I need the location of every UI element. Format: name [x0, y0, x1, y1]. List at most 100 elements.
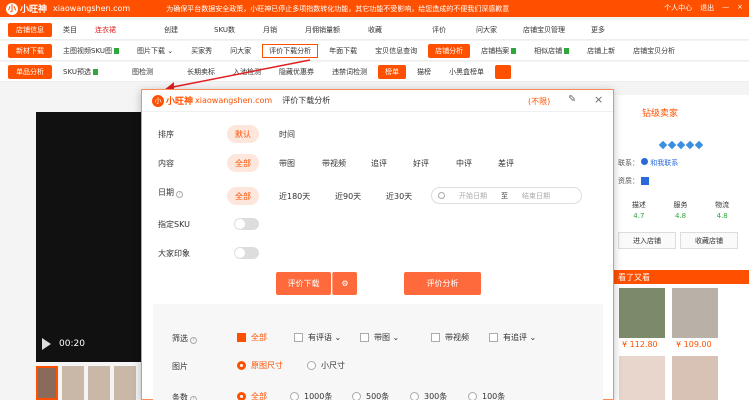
count-all-radio[interactable]: 全部: [237, 391, 267, 400]
tool-shop-archive[interactable]: 店铺档案: [474, 44, 523, 58]
notice-text: 为确保平台数据安全政策，小旺神已停止多项指数转化功能，其它功能不受影响，给您造成…: [166, 4, 510, 13]
date-option-90[interactable]: 近90天: [327, 187, 369, 205]
count-label: 条数?: [172, 392, 197, 400]
image-original-radio[interactable]: 原图尺寸: [237, 360, 283, 371]
filter-image-checkbox[interactable]: 带图 ⌄: [360, 332, 399, 343]
count-300-radio[interactable]: 300条: [410, 391, 447, 400]
thumbnail[interactable]: [62, 366, 84, 400]
content-option-all[interactable]: 全部: [227, 154, 259, 172]
sort-label: 排序: [158, 130, 174, 139]
checkbox-icon: [431, 333, 440, 342]
tool-main-video-sku[interactable]: 主图视频SKU图: [56, 44, 126, 58]
filter-all-checkbox[interactable]: 全部: [237, 332, 267, 343]
content-option-image[interactable]: 带图: [271, 154, 303, 172]
product-price: ¥ 109.00: [676, 340, 712, 349]
logout-link[interactable]: 退出: [700, 3, 714, 13]
tool-shop-new[interactable]: 店铺上新: [580, 44, 622, 58]
tool-shop-analysis[interactable]: 店铺分析: [428, 43, 471, 58]
tool-cat-ranking[interactable]: 猫榜: [410, 65, 438, 79]
tool-more[interactable]: 更多: [584, 23, 612, 37]
score-service: 服务 4.8: [660, 200, 702, 222]
date-range-picker[interactable]: 开始日期 至 结束日期: [431, 187, 582, 204]
tool-shop-item-manage[interactable]: 店铺宝贝管理: [516, 23, 572, 37]
tool-ranking[interactable]: 榜单: [377, 64, 406, 79]
favorite-shop-button[interactable]: 收藏店铺: [680, 232, 738, 249]
tool-buyer-show[interactable]: 买家秀: [184, 44, 219, 58]
filter-followup-checkbox[interactable]: 有追评 ⌄: [489, 332, 536, 343]
chat-icon[interactable]: [641, 158, 649, 165]
date-option-180[interactable]: 近180天: [271, 187, 318, 205]
chevron-down-icon: ⌄: [332, 333, 342, 342]
user-center-link[interactable]: 个人中心: [664, 3, 692, 13]
help-icon: ?: [190, 396, 197, 400]
content-option-positive[interactable]: 好评: [405, 154, 437, 172]
minimize-button[interactable]: —: [722, 3, 729, 13]
date-option-all[interactable]: 全部: [227, 187, 259, 205]
filter-comment-checkbox[interactable]: 有评语 ⌄: [294, 332, 341, 343]
tool-similar-shops[interactable]: 相似店铺: [527, 44, 576, 58]
tool-blackbox-ranking[interactable]: 小黑盒榜单: [442, 65, 491, 79]
product-thumbnail[interactable]: [619, 356, 665, 400]
tool-item-info-query[interactable]: 宝贝信息查询: [368, 44, 424, 58]
count-100-radio[interactable]: 100条: [468, 391, 505, 400]
row-label-item-analysis: 单品分析: [8, 64, 52, 79]
thumbnail[interactable]: [88, 366, 110, 400]
thumbnail[interactable]: [114, 366, 136, 400]
count-500-radio[interactable]: 500条: [352, 391, 389, 400]
tool-ask-everyone[interactable]: 问大家: [223, 44, 258, 58]
content-option-negative[interactable]: 差评: [490, 154, 522, 172]
radio-icon: [237, 392, 246, 400]
filter-video-checkbox[interactable]: 带视频: [431, 332, 469, 343]
product-thumbnail[interactable]: [619, 288, 665, 338]
close-icon[interactable]: ×: [594, 93, 603, 106]
checkbox-label: 全部: [251, 333, 267, 342]
sku-label: 指定SKU: [158, 220, 190, 229]
enter-shop-button[interactable]: 进入店铺: [618, 232, 676, 249]
extra-tool-icon[interactable]: [494, 64, 511, 79]
video-player[interactable]: [36, 112, 142, 362]
download-options-panel: [153, 304, 603, 400]
sort-option-time[interactable]: 时间: [271, 125, 303, 143]
radio-icon: [468, 392, 477, 400]
filter-label: 筛选?: [172, 333, 197, 344]
radio-icon: [290, 392, 299, 400]
contact-button[interactable]: 和我联系: [650, 159, 678, 167]
product-thumbnail[interactable]: [672, 356, 718, 400]
diamond-icon: [676, 140, 686, 150]
product-price: ¥ 112.80: [622, 340, 658, 349]
tool-image-download[interactable]: 图片下载 ⌄: [130, 44, 180, 58]
sort-option-default[interactable]: 默认: [227, 125, 259, 143]
checkbox-icon: [294, 333, 303, 342]
help-icon: ?: [176, 191, 183, 198]
count-1000-radio[interactable]: 1000条: [290, 391, 332, 400]
product-thumbnail[interactable]: [672, 288, 718, 338]
tool-category-value[interactable]: 连衣裙: [88, 23, 123, 37]
content-option-followup[interactable]: 追评: [363, 154, 395, 172]
tool-image-check[interactable]: 图检测: [125, 65, 160, 79]
chevron-down-icon: ⌄: [164, 46, 174, 55]
sku-toggle[interactable]: [234, 218, 259, 230]
tool-shop-item-analysis[interactable]: 店铺宝贝分析: [626, 44, 682, 58]
content-option-neutral[interactable]: 中评: [448, 154, 480, 172]
end-date-input[interactable]: 结束日期: [522, 191, 550, 201]
image-label: 图片: [172, 362, 188, 371]
image-small-radio[interactable]: 小尺寸: [307, 360, 345, 371]
impression-toggle[interactable]: [234, 247, 259, 259]
tool-review-download-analysis[interactable]: 评价下载分析: [262, 43, 319, 58]
play-icon[interactable]: [42, 338, 51, 350]
close-button[interactable]: ×: [737, 3, 743, 13]
edit-icon[interactable]: ✎: [568, 94, 576, 105]
review-download-button[interactable]: 评价下载: [276, 272, 331, 295]
settings-gear-icon[interactable]: ⚙: [332, 272, 357, 295]
filter-label-text: 筛选: [172, 334, 188, 343]
date-option-30[interactable]: 近30天: [378, 187, 420, 205]
checkbox-icon: [360, 333, 369, 342]
thumbnail[interactable]: [36, 366, 58, 400]
tool-favorites: 收藏: [367, 25, 382, 34]
tool-label: 主图视频SKU图: [63, 46, 112, 55]
content-option-video[interactable]: 带视频: [314, 154, 354, 172]
review-analysis-button[interactable]: 评价分析: [404, 272, 481, 295]
tool-sku-preselect[interactable]: SKU预选: [56, 65, 105, 79]
start-date-input[interactable]: 开始日期: [459, 191, 487, 201]
tool-yearly-download[interactable]: 年面下载: [322, 44, 364, 58]
